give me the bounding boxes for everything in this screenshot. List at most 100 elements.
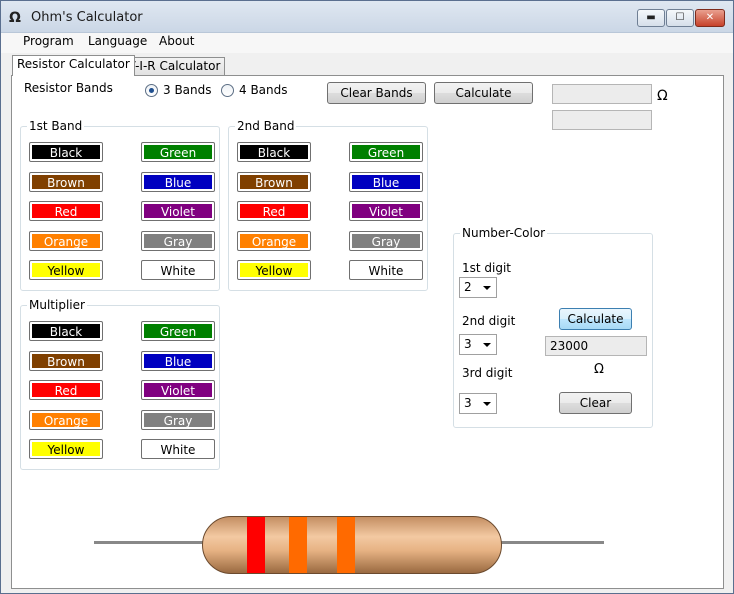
multiplier-violet-button[interactable]: Violet — [141, 380, 215, 400]
digit1-value: 2 — [464, 280, 472, 294]
digit1-label: 1st digit — [462, 261, 512, 275]
number-color-group: Number-Color 1st digit 2 2nd digit 3 3rd… — [453, 226, 653, 428]
result-field-2[interactable] — [552, 110, 652, 130]
multiplier-red-label: Red — [31, 382, 101, 398]
multiplier-blue-button[interactable]: Blue — [141, 350, 215, 371]
multiplier-white-label: White — [143, 441, 213, 457]
number-calculate-button[interactable]: Calculate — [559, 308, 632, 330]
band1-green-label: Green — [143, 144, 213, 160]
menu-program[interactable]: Program — [19, 34, 78, 48]
band1-black-button[interactable]: Black — [29, 142, 103, 162]
digit1-select[interactable]: 2 — [459, 277, 497, 298]
multiplier-blue-label: Blue — [143, 352, 213, 369]
band1-yellow-label: Yellow — [31, 262, 101, 278]
band1-brown-label: Brown — [31, 173, 101, 190]
band2-gray-label: Gray — [351, 232, 421, 249]
ohm-app-icon: Ω — [9, 10, 21, 26]
resistor-calculator-page: Resistor Bands 3 Bands 4 Bands Clear Ban… — [11, 75, 724, 589]
band2-violet-button[interactable]: Violet — [349, 201, 423, 221]
band1-red-button[interactable]: Red — [29, 201, 103, 221]
band1-brown-button[interactable]: Brown — [29, 171, 103, 192]
tab-strip: Resistor Calculator P-V-I-R Calculator — [1, 55, 733, 76]
digit3-select[interactable]: 3 — [459, 393, 497, 414]
band1-orange-button[interactable]: Orange — [29, 230, 103, 251]
clear-bands-button[interactable]: Clear Bands — [327, 82, 426, 104]
band1-yellow-button[interactable]: Yellow — [29, 260, 103, 280]
band2-red-button[interactable]: Red — [237, 201, 311, 221]
resistor-band-2 — [289, 517, 307, 573]
band2-black-button[interactable]: Black — [237, 142, 311, 162]
band1-black-label: Black — [31, 144, 101, 160]
chevron-down-icon — [483, 343, 491, 347]
multiplier-yellow-button[interactable]: Yellow — [29, 439, 103, 459]
second-band-group: 2nd Band Black Green Brown Blue Red Violet Ora… — [228, 119, 428, 291]
band2-red-label: Red — [239, 203, 309, 219]
maximize-button[interactable]: ☐ — [666, 9, 694, 27]
multiplier-orange-button[interactable]: Orange — [29, 409, 103, 430]
multiplier-red-button[interactable]: Red — [29, 380, 103, 400]
digit2-select[interactable]: 3 — [459, 334, 497, 355]
band2-green-button[interactable]: Green — [349, 142, 423, 162]
chevron-down-icon — [483, 286, 491, 290]
result-field-1[interactable] — [552, 84, 652, 104]
menu-language[interactable]: Language — [84, 34, 151, 48]
digit3-value: 3 — [464, 396, 472, 410]
multiplier-group: Multiplier Black Green Brown Blue Red Violet O… — [20, 298, 220, 470]
first-band-title: 1st Band — [27, 119, 85, 133]
multiplier-white-button[interactable]: White — [141, 439, 215, 459]
band2-gray-button[interactable]: Gray — [349, 230, 423, 251]
band1-violet-button[interactable]: Violet — [141, 201, 215, 221]
band1-gray-label: Gray — [143, 232, 213, 249]
multiplier-green-button[interactable]: Green — [141, 321, 215, 341]
band1-gray-button[interactable]: Gray — [141, 230, 215, 251]
band2-black-label: Black — [239, 144, 309, 160]
resistor-band-1 — [247, 517, 265, 573]
multiplier-black-button[interactable]: Black — [29, 321, 103, 341]
digit2-label: 2nd digit — [462, 314, 516, 328]
band2-yellow-button[interactable]: Yellow — [237, 260, 311, 280]
band1-green-button[interactable]: Green — [141, 142, 215, 162]
window-title: Ohm's Calculator — [31, 10, 143, 25]
band2-yellow-label: Yellow — [239, 262, 309, 278]
number-ohm-unit: Ω — [594, 362, 604, 377]
band2-brown-button[interactable]: Brown — [237, 171, 311, 192]
band2-brown-label: Brown — [239, 173, 309, 190]
menu-bar: Program Language About — [1, 33, 733, 53]
radio-3-bands[interactable] — [145, 84, 158, 97]
band1-white-button[interactable]: White — [141, 260, 215, 280]
band2-violet-label: Violet — [351, 203, 421, 219]
resistor-band-3 — [337, 517, 355, 573]
chevron-down-icon — [483, 402, 491, 406]
multiplier-brown-label: Brown — [31, 352, 101, 369]
multiplier-brown-button[interactable]: Brown — [29, 350, 103, 371]
band1-white-label: White — [143, 262, 213, 278]
radio-3-bands-label[interactable]: 3 Bands — [163, 83, 212, 97]
radio-4-bands[interactable] — [221, 84, 234, 97]
band2-blue-label: Blue — [351, 173, 421, 190]
tab-resistor-calculator[interactable]: Resistor Calculator — [12, 55, 135, 76]
minimize-button[interactable]: ▬ — [637, 9, 665, 27]
band2-white-label: White — [351, 262, 421, 278]
multiplier-gray-button[interactable]: Gray — [141, 409, 215, 430]
band1-orange-label: Orange — [31, 232, 101, 249]
close-button[interactable]: ✕ — [695, 9, 725, 27]
number-result-field[interactable]: 23000 — [545, 336, 647, 356]
multiplier-green-label: Green — [143, 323, 213, 339]
menu-about[interactable]: About — [155, 34, 198, 48]
multiplier-yellow-label: Yellow — [31, 441, 101, 457]
band2-white-button[interactable]: White — [349, 260, 423, 280]
band1-red-label: Red — [31, 203, 101, 219]
title-bar[interactable]: Ω Ohm's Calculator ▬ ☐ ✕ — [1, 1, 733, 33]
number-clear-button[interactable]: Clear — [559, 392, 632, 414]
resistor-body — [202, 516, 502, 574]
first-band-group: 1st Band Black Green Brown Blue Red Violet Ora… — [20, 119, 220, 291]
band2-orange-button[interactable]: Orange — [237, 230, 311, 251]
band1-violet-label: Violet — [143, 203, 213, 219]
band2-blue-button[interactable]: Blue — [349, 171, 423, 192]
app-window: Ω Ohm's Calculator ▬ ☐ ✕ Program Languag… — [0, 0, 734, 594]
radio-4-bands-label[interactable]: 4 Bands — [239, 83, 288, 97]
multiplier-orange-label: Orange — [31, 411, 101, 428]
resistor-bands-label: Resistor Bands — [24, 81, 113, 95]
band1-blue-button[interactable]: Blue — [141, 171, 215, 192]
calculate-button[interactable]: Calculate — [434, 82, 533, 104]
